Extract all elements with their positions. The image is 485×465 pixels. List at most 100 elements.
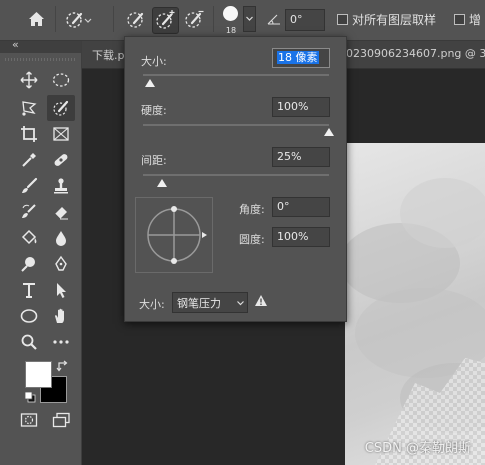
brush-tool[interactable] bbox=[15, 173, 43, 199]
screen-mode-icon bbox=[52, 412, 70, 428]
brush-tip-preview bbox=[223, 6, 238, 21]
edit-toolbar-button[interactable] bbox=[47, 329, 75, 355]
brush-size-readout: 18 bbox=[225, 26, 237, 35]
angle-input[interactable]: 0° bbox=[285, 9, 325, 31]
screen-mode-button[interactable] bbox=[47, 407, 75, 433]
size-input-selected-text: 18 像素 bbox=[277, 51, 319, 64]
subtract-from-selection-button[interactable] bbox=[182, 7, 207, 32]
spacing-label: 间距: bbox=[141, 154, 167, 167]
document-tab-title-prefix[interactable]: 下载.p bbox=[92, 47, 124, 63]
crop-icon bbox=[21, 126, 37, 142]
spacing-input[interactable]: 25% bbox=[272, 147, 330, 167]
crop-tool[interactable] bbox=[15, 121, 43, 147]
type-tool[interactable] bbox=[15, 277, 43, 303]
enhance-edge-checkbox[interactable] bbox=[454, 14, 465, 25]
options-bar: 18 0° 对所有图层取样 增 bbox=[0, 0, 485, 41]
drop-icon bbox=[56, 231, 66, 246]
size-label: 大小: bbox=[141, 55, 167, 68]
brush-shape-preview[interactable] bbox=[135, 197, 213, 273]
document-tab-title[interactable]: 0230906234607.png @ 30 bbox=[346, 47, 485, 60]
tool-preset-picker[interactable] bbox=[63, 7, 92, 32]
quick-mask-button[interactable] bbox=[15, 407, 43, 433]
hardness-label: 硬度: bbox=[141, 104, 167, 117]
angle-label: 角度: bbox=[239, 203, 265, 216]
clone-stamp-tool[interactable] bbox=[47, 173, 75, 199]
toolbox-header: « bbox=[0, 38, 81, 53]
sample-all-layers-label: 对所有图层取样 bbox=[352, 13, 437, 27]
history-brush-icon bbox=[22, 204, 36, 218]
spacing-slider-track[interactable] bbox=[143, 174, 329, 176]
brush-icon bbox=[22, 177, 38, 193]
eyedropper-tool[interactable] bbox=[15, 147, 43, 173]
toolbox: « bbox=[0, 38, 82, 465]
healing-brush-tool[interactable] bbox=[47, 147, 75, 173]
ellipse-tool[interactable] bbox=[15, 303, 43, 329]
hand-icon bbox=[55, 308, 64, 323]
home-button[interactable] bbox=[24, 7, 49, 32]
zoom-tool[interactable] bbox=[15, 329, 43, 355]
marquee-tool[interactable] bbox=[47, 67, 75, 93]
foreground-color-swatch[interactable] bbox=[25, 361, 52, 388]
canvas-image bbox=[345, 178, 485, 465]
home-icon bbox=[29, 12, 44, 26]
enhance-edge-label: 增 bbox=[469, 13, 482, 27]
new-selection-button[interactable] bbox=[124, 7, 149, 32]
paint-bucket-tool[interactable] bbox=[15, 225, 43, 251]
sample-all-layers-checkbox[interactable] bbox=[337, 14, 348, 25]
watermark: CSDN @秦勒朗斯 bbox=[364, 441, 471, 456]
eraser-icon bbox=[54, 207, 68, 220]
subtract-selection-icon bbox=[185, 10, 204, 28]
path-selection-tool[interactable] bbox=[47, 277, 75, 303]
pen-tool[interactable] bbox=[47, 251, 75, 277]
lasso-tool[interactable] bbox=[15, 95, 43, 121]
collapse-icon[interactable]: « bbox=[12, 38, 19, 51]
dodge-tool[interactable] bbox=[15, 251, 43, 277]
size-input[interactable]: 18 像素 bbox=[272, 48, 330, 68]
spacing-slider-thumb[interactable] bbox=[156, 179, 167, 187]
move-tool[interactable] bbox=[15, 67, 43, 93]
quick-mask-icon bbox=[20, 413, 38, 427]
pressure-size-label: 大小: bbox=[139, 298, 165, 311]
chevron-down-icon bbox=[246, 16, 253, 21]
frame-icon bbox=[53, 127, 69, 141]
arrow-cursor-icon bbox=[57, 283, 66, 298]
blur-tool[interactable] bbox=[47, 225, 75, 251]
roundness-input[interactable]: 100% bbox=[272, 227, 330, 247]
size-slider-thumb[interactable] bbox=[145, 79, 156, 87]
brush-options-popup: 大小: 18 像素 硬度: 100% 间距: 25% 角度: 0° 圆度: 10… bbox=[124, 36, 347, 322]
eyedropper-icon bbox=[22, 153, 36, 167]
history-brush-tool[interactable] bbox=[15, 199, 43, 225]
angle-icon bbox=[267, 14, 280, 25]
pressure-size-dropdown[interactable]: 钢笔压力 bbox=[172, 292, 248, 313]
quick-selection-tool-icon bbox=[53, 100, 69, 116]
elliptical-marquee-icon bbox=[52, 73, 70, 87]
dodge-icon bbox=[21, 257, 35, 272]
paint-bucket-icon bbox=[21, 229, 37, 245]
type-icon bbox=[23, 283, 35, 298]
eraser-tool[interactable] bbox=[47, 199, 75, 225]
frame-tool[interactable] bbox=[47, 121, 75, 147]
toolbox-grip[interactable] bbox=[5, 58, 75, 61]
stamp-icon bbox=[54, 178, 68, 194]
add-to-selection-button[interactable] bbox=[152, 7, 179, 34]
size-slider-track[interactable] bbox=[143, 74, 329, 76]
brush-angle-roundness-icon bbox=[147, 206, 207, 264]
quick-selection-icon bbox=[66, 12, 92, 28]
hand-tool[interactable] bbox=[47, 303, 75, 329]
zoom-icon bbox=[21, 334, 37, 350]
hardness-slider-track[interactable] bbox=[143, 124, 329, 126]
brush-picker-dropdown[interactable] bbox=[243, 6, 256, 32]
move-icon bbox=[20, 71, 38, 89]
angle-input-popup[interactable]: 0° bbox=[272, 197, 330, 217]
default-colors-icon[interactable] bbox=[24, 391, 36, 403]
bandage-icon bbox=[54, 154, 68, 166]
quick-selection-tool[interactable] bbox=[47, 95, 75, 121]
more-icon bbox=[53, 340, 69, 344]
swap-colors-icon[interactable] bbox=[56, 359, 70, 373]
brush-picker-button[interactable]: 18 bbox=[220, 4, 242, 38]
hardness-slider-thumb[interactable] bbox=[324, 128, 334, 136]
document-canvas[interactable] bbox=[345, 143, 485, 465]
hardness-input[interactable]: 100% bbox=[272, 97, 330, 117]
pen-icon bbox=[55, 255, 67, 271]
ellipse-icon bbox=[20, 309, 38, 323]
